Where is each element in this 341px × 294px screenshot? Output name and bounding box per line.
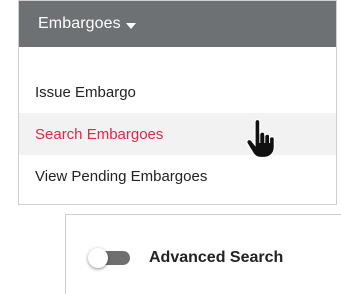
embargoes-dropdown-toggle[interactable]: Embargoes: [19, 1, 336, 47]
menu-item-view-pending-embargoes[interactable]: View Pending Embargoes: [19, 155, 336, 197]
toggle-knob: [88, 248, 108, 268]
embargoes-dropdown-menu: Embargoes Issue Embargo Search Embargoes…: [18, 0, 337, 205]
menu-item-issue-embargo[interactable]: Issue Embargo: [19, 71, 336, 113]
embargoes-menu-list: Issue Embargo Search Embargoes View Pend…: [19, 47, 336, 197]
embargoes-dropdown-label: Embargoes: [38, 15, 121, 32]
caret-down-icon: [125, 22, 136, 29]
menu-item-search-embargoes[interactable]: Search Embargoes: [19, 113, 336, 155]
advanced-search-panel: Advanced Search: [65, 214, 341, 294]
page-canvas: Embargoes Issue Embargo Search Embargoes…: [0, 0, 341, 294]
advanced-search-label[interactable]: Advanced Search: [149, 248, 283, 268]
advanced-search-toggle[interactable]: [88, 248, 130, 268]
